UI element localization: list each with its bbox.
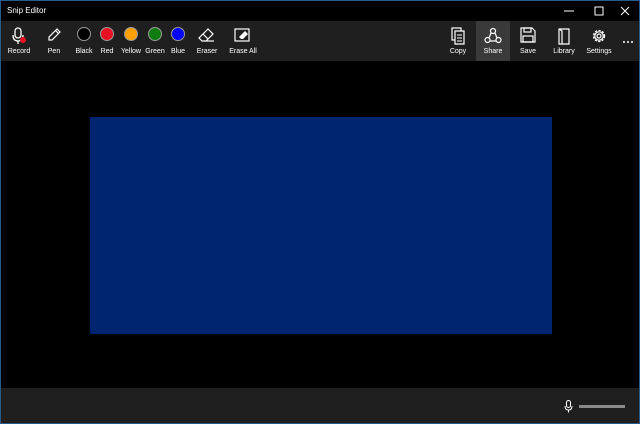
erase-all-label: Erase All <box>229 48 257 55</box>
blue-label: Blue <box>170 48 185 55</box>
microphone-record-icon <box>12 27 26 44</box>
eraser-button[interactable]: Eraser <box>195 21 219 61</box>
color-blue-button[interactable]: Blue <box>167 21 189 61</box>
black-label: Black <box>75 48 93 55</box>
black-swatch <box>77 27 91 41</box>
yellow-swatch <box>124 27 138 41</box>
library-button[interactable]: Library <box>549 21 579 61</box>
share-button[interactable]: Share <box>476 21 510 61</box>
microphone-icon[interactable] <box>564 400 573 413</box>
red-label: Red <box>100 48 114 55</box>
pen-button[interactable]: Pen <box>41 21 67 61</box>
save-icon <box>520 27 536 43</box>
record-button[interactable]: Record <box>5 21 33 61</box>
erase-all-button[interactable]: Erase All <box>227 21 259 61</box>
color-red-button[interactable]: Red <box>97 21 117 61</box>
gear-icon <box>592 29 606 43</box>
green-swatch <box>148 27 162 41</box>
share-label: Share <box>483 48 503 55</box>
yellow-label: Yellow <box>121 48 141 55</box>
share-icon <box>484 27 502 44</box>
minimize-button[interactable] <box>554 1 584 21</box>
snip-canvas[interactable] <box>1 61 639 388</box>
more-options-icon <box>623 41 633 43</box>
bottom-bar <box>1 388 639 423</box>
save-button[interactable]: Save <box>515 21 541 61</box>
minimize-icon <box>564 10 574 12</box>
blue-swatch <box>171 27 185 41</box>
color-black-button[interactable]: Black <box>73 21 95 61</box>
library-icon <box>558 28 570 45</box>
pen-label: Pen <box>47 48 61 55</box>
save-label: Save <box>520 48 536 55</box>
eraser-icon <box>198 28 214 42</box>
snip-image[interactable] <box>90 117 552 334</box>
record-label: Record <box>7 48 31 55</box>
settings-label: Settings <box>586 48 612 55</box>
maximize-icon <box>594 6 604 16</box>
red-swatch <box>100 27 114 41</box>
settings-button[interactable]: Settings <box>583 21 615 61</box>
pen-icon <box>48 28 61 41</box>
volume-slider[interactable] <box>579 405 625 408</box>
green-label: Green <box>145 48 165 55</box>
eraser-label: Eraser <box>196 48 218 55</box>
toolbar: Record Pen Black Red Yellow Green Blue E… <box>1 21 639 61</box>
copy-button[interactable]: Copy <box>445 21 471 61</box>
copy-label: Copy <box>449 48 467 55</box>
library-label: Library <box>553 48 575 55</box>
copy-icon <box>451 27 465 45</box>
window-title: Snip Editor <box>7 6 47 15</box>
erase-all-icon <box>234 28 250 42</box>
color-green-button[interactable]: Green <box>143 21 167 61</box>
close-icon <box>620 6 630 16</box>
snip-editor-window: Snip Editor Record Pen Black Red Yellow … <box>0 0 640 424</box>
more-options-button[interactable] <box>619 21 637 61</box>
color-yellow-button[interactable]: Yellow <box>119 21 143 61</box>
title-bar: Snip Editor <box>1 1 639 21</box>
close-button[interactable] <box>610 1 640 21</box>
